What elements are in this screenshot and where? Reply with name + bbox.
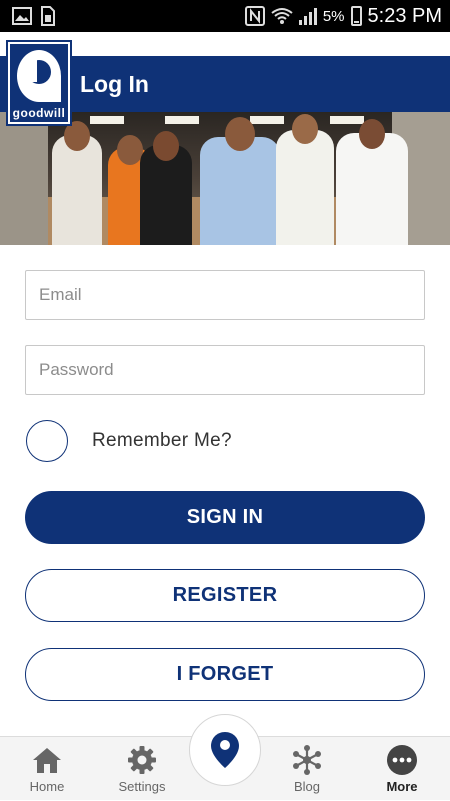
- tab-settings[interactable]: Settings: [97, 737, 187, 801]
- sim-card-icon: [41, 6, 55, 26]
- location-pin-icon: [211, 732, 239, 768]
- hero-image: [0, 112, 450, 245]
- remember-me-radio[interactable]: [26, 420, 68, 462]
- tab-home[interactable]: Home: [2, 737, 92, 801]
- tab-more[interactable]: More: [357, 737, 447, 801]
- tab-settings-label: Settings: [118, 779, 166, 794]
- tab-more-label: More: [386, 779, 418, 794]
- wifi-icon: [271, 8, 293, 24]
- nfc-icon: [244, 6, 265, 26]
- email-field[interactable]: [25, 270, 425, 320]
- image-icon: [12, 7, 32, 25]
- remember-me-label: Remember Me?: [92, 430, 232, 451]
- battery-icon: [350, 6, 362, 26]
- page-title: Log In: [80, 70, 149, 97]
- home-icon: [33, 748, 61, 773]
- tab-blog-label: Blog: [293, 779, 321, 794]
- cell-signal-icon: [298, 7, 317, 25]
- goodwill-logo: goodwill: [6, 40, 72, 126]
- tab-blog[interactable]: Blog: [262, 737, 352, 801]
- gear-icon: [128, 746, 156, 774]
- logo-text: goodwill: [12, 106, 66, 120]
- battery-percent: 5%: [322, 7, 345, 25]
- remember-me-row[interactable]: Remember Me?: [26, 420, 232, 462]
- more-icon: [387, 745, 417, 775]
- password-field[interactable]: [25, 345, 425, 395]
- password-input[interactable]: [26, 346, 424, 394]
- register-button[interactable]: REGISTER: [25, 569, 425, 622]
- blog-icon: [293, 745, 321, 775]
- clock: 5:23 PM: [367, 4, 442, 27]
- sign-in-button[interactable]: SIGN IN: [25, 491, 425, 544]
- locations-button[interactable]: [189, 714, 261, 786]
- goodwill-logo-icon: [17, 50, 61, 102]
- tab-home-label: Home: [29, 779, 65, 794]
- email-input[interactable]: [26, 271, 424, 319]
- forgot-button[interactable]: I FORGET: [25, 648, 425, 701]
- status-bar: 5% 5:23 PM: [0, 0, 450, 32]
